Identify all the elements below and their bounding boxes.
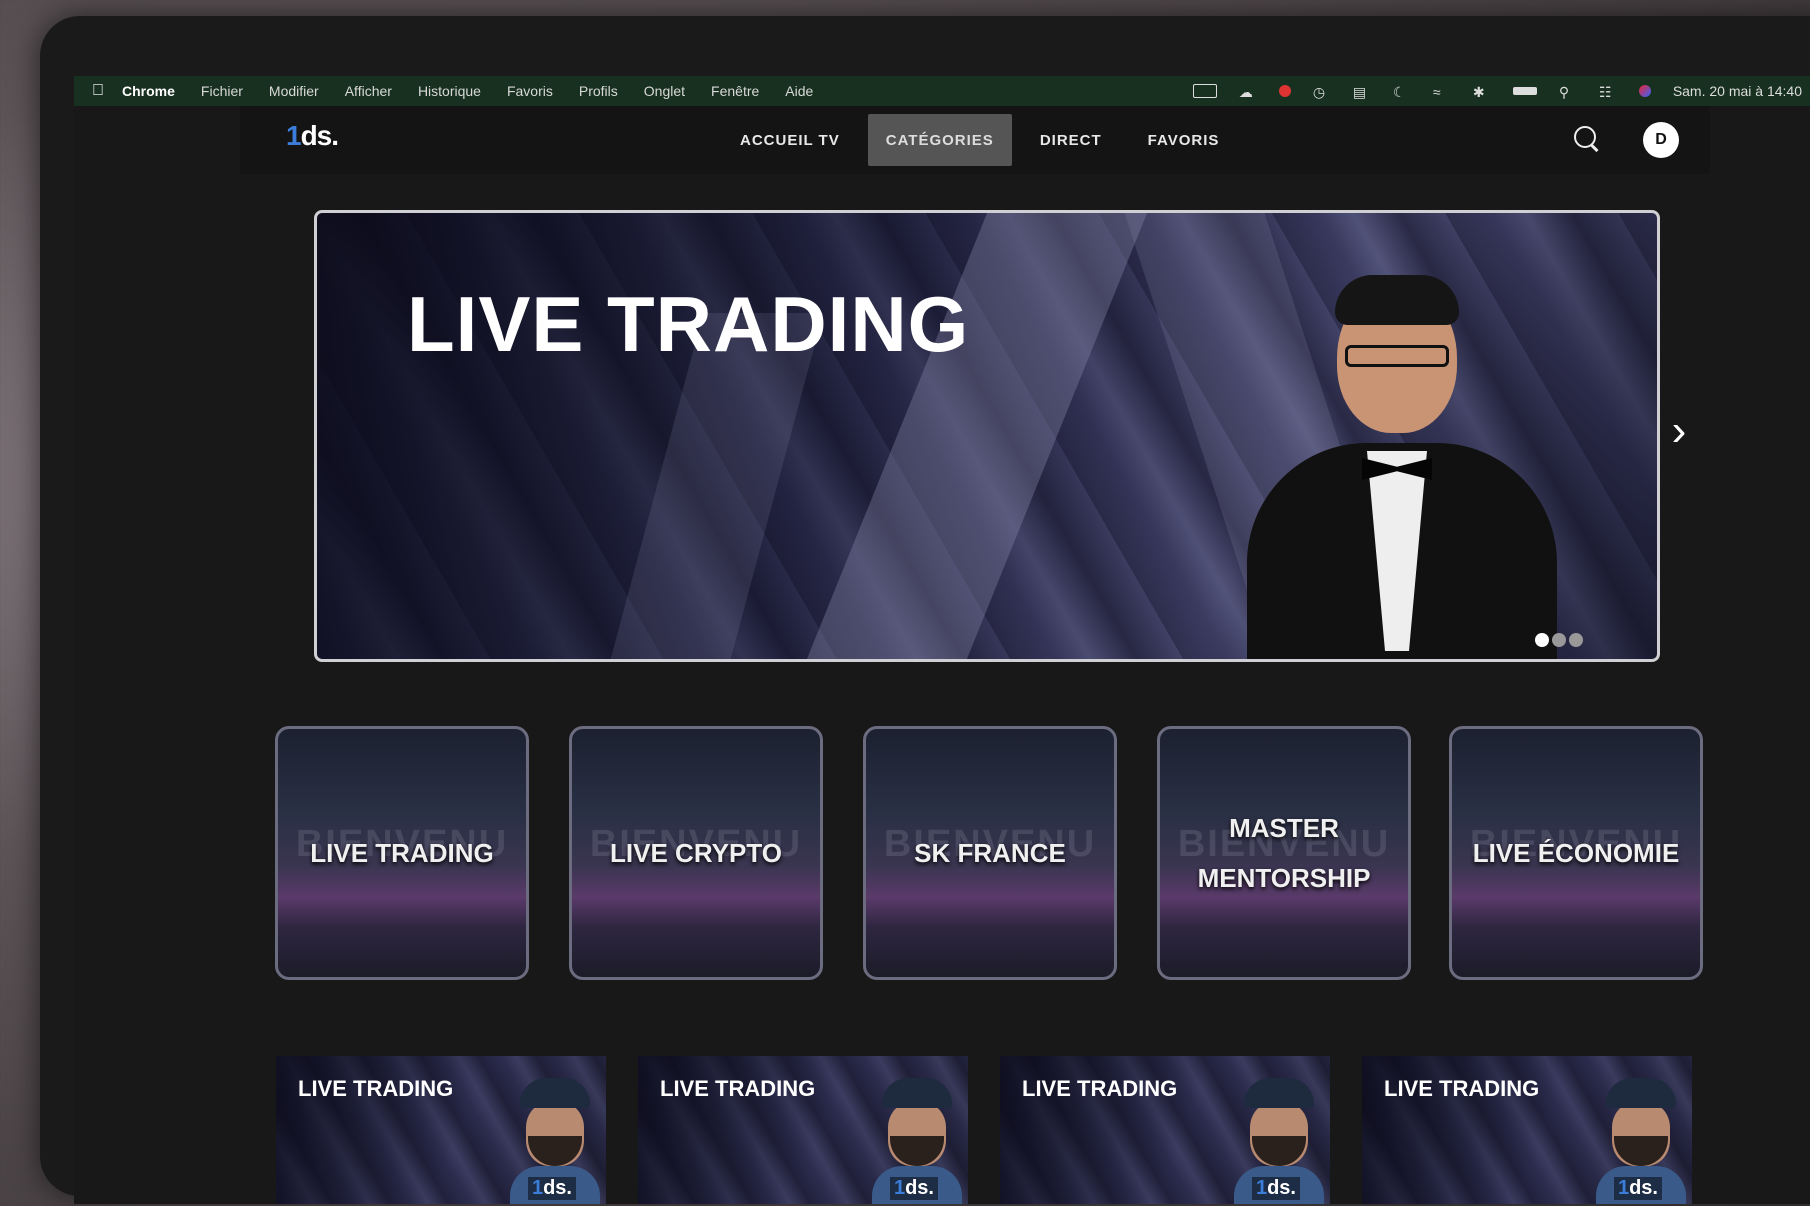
category-row: BIENVENU LIVE TRADING BIENVENU LIVE CRYP… [275,726,1743,980]
spotlight-search-icon[interactable]: ⚲ [1559,84,1577,100]
thumbnail-title: LIVE TRADING [1022,1076,1178,1101]
category-live-trading[interactable]: BIENVENU LIVE TRADING [275,726,529,980]
user-avatar[interactable]: D [1643,122,1679,158]
app-nav-bar: 1ds. ACCUEIL TV CATÉGORIES DIRECT FAVORI… [240,106,1710,174]
category-label: LIVE ÉCONOMIE [1472,838,1680,868]
notification-app-icon[interactable] [1278,85,1291,97]
menu-onglet[interactable]: Onglet [644,83,685,99]
cloud-icon[interactable]: ☁ [1239,84,1257,100]
video-thumbnail[interactable]: LIVE TRADING 1ds. [276,1056,606,1204]
video-thumbnail[interactable]: LIVE TRADING 1ds. [1000,1056,1330,1204]
hero-banner[interactable]: LIVE TRADING [314,210,1660,662]
hero-title: LIVE TRADING [407,280,970,368]
category-master-mentorship[interactable]: BIENVENU MASTER MENTORSHIP [1157,726,1411,980]
video-thumbnail-row: LIVE TRADING 1ds. LIVE TRADING 1ds. LIVE… [276,1056,1724,1204]
menu-bar-status: ☁ ◷ ▤ ☾ ≈ ✱ ⚲ ☷ Sam. 20 mai à 14:40 [1192,76,1802,106]
search-icon[interactable] [1570,122,1604,156]
carousel-dot[interactable] [1569,633,1583,647]
category-live-crypto[interactable]: BIENVENU LIVE CRYPTO [569,726,823,980]
logo-text: ds. [300,120,339,151]
menu-aide[interactable]: Aide [785,83,813,99]
menu-historique[interactable]: Historique [418,83,481,99]
laptop-frame:  Chrome Fichier Modifier Afficher Histo… [40,16,1810,1204]
control-center-icon[interactable]: ☷ [1599,84,1617,100]
thumbnail-logo: 1ds. [527,1177,576,1200]
menu-afficher[interactable]: Afficher [345,83,392,99]
wifi-icon[interactable]: ≈ [1433,84,1451,100]
menu-app-name[interactable]: Chrome [122,83,175,99]
calendar-icon[interactable]: ▤ [1353,84,1371,100]
hero-presenter-image [1237,275,1567,659]
video-thumbnail[interactable]: LIVE TRADING 1ds. [1362,1056,1692,1204]
mac-menu-bar:  Chrome Fichier Modifier Afficher Histo… [74,76,1810,106]
menu-fenetre[interactable]: Fenêtre [711,83,759,99]
menu-bar-clock[interactable]: Sam. 20 mai à 14:40 [1673,83,1802,99]
category-live-economie[interactable]: BIENVENU LIVE ÉCONOMIE [1449,726,1703,980]
logo-mark: 1 [286,120,302,151]
menu-profils[interactable]: Profils [579,83,618,99]
battery-icon[interactable] [1512,87,1537,95]
site-logo[interactable]: 1ds. [286,120,339,152]
category-sk-france[interactable]: BIENVENU SK FRANCE [863,726,1117,980]
apple-icon[interactable]:  [74,82,122,100]
nav-accueil-tv[interactable]: ACCUEIL TV [722,114,858,166]
nav-favoris[interactable]: FAVORIS [1130,114,1238,166]
category-label: LIVE CRYPTO [610,838,782,868]
category-label: SK FRANCE [914,838,1066,868]
bluetooth-icon[interactable]: ✱ [1473,84,1491,100]
thumbnail-logo: 1ds. [1613,1177,1662,1200]
chevron-right-icon[interactable]: › [1664,406,1694,456]
nav-categories[interactable]: CATÉGORIES [867,114,1012,166]
nav-direct[interactable]: DIRECT [1022,114,1120,166]
status-app-icon[interactable] [1192,84,1217,98]
thumbnail-title: LIVE TRADING [1384,1076,1540,1101]
nav-links: ACCUEIL TV CATÉGORIES DIRECT FAVORIS [722,114,1247,166]
thumbnail-logo: 1ds. [1251,1177,1300,1200]
carousel-indicators [1535,633,1583,647]
carousel-dot[interactable] [1535,633,1549,647]
thumbnail-title: LIVE TRADING [660,1076,816,1101]
thumbnail-logo: 1ds. [889,1177,938,1200]
carousel-dot[interactable] [1552,633,1566,647]
thumbnail-title: LIVE TRADING [298,1076,454,1101]
moon-icon[interactable]: ☾ [1393,84,1411,100]
video-thumbnail[interactable]: LIVE TRADING 1ds. [638,1056,968,1204]
menu-fichier[interactable]: Fichier [201,83,243,99]
siri-icon[interactable] [1638,85,1651,97]
category-label: MASTER MENTORSHIP [1197,813,1371,893]
category-label: LIVE TRADING [310,838,494,868]
menu-modifier[interactable]: Modifier [269,83,319,99]
menu-favoris[interactable]: Favoris [507,83,553,99]
screen:  Chrome Fichier Modifier Afficher Histo… [74,76,1810,1204]
clock-icon[interactable]: ◷ [1313,84,1331,100]
